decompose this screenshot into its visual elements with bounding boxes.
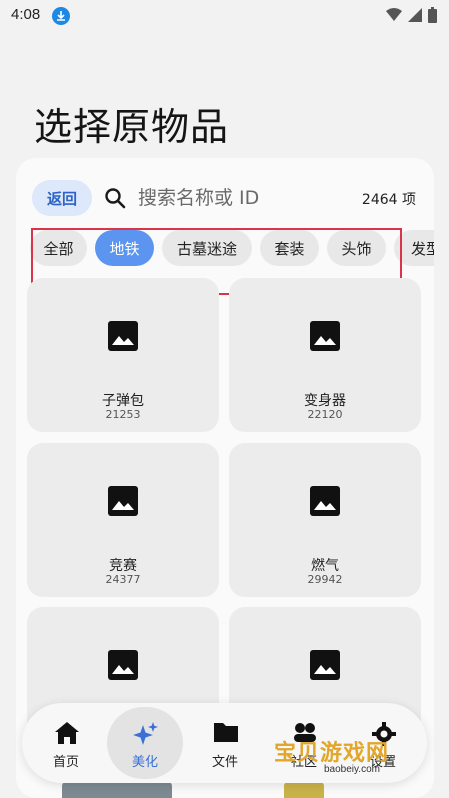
category-chips: 全部 地铁 古墓迷途 套装 头饰 发型: [30, 230, 434, 268]
nav-files-label: 文件: [211, 755, 238, 770]
watermark-url: baobeiy.com: [324, 764, 380, 775]
item-thumbnail: [284, 782, 324, 798]
sparkle-icon: [133, 722, 158, 745]
download-icon: [52, 7, 70, 25]
item-id: 29942: [307, 573, 343, 586]
item-tile[interactable]: 竞赛 24377: [27, 443, 219, 597]
chip-subway[interactable]: 地铁: [95, 230, 154, 266]
chip-hairstyle[interactable]: 发型: [394, 230, 434, 266]
status-bar: 4:08: [0, 0, 449, 32]
item-count: 2464 项: [361, 192, 416, 208]
nav-home[interactable]: 首页: [26, 703, 106, 783]
status-time: 4:08: [11, 6, 41, 23]
item-id: 22120: [307, 408, 343, 421]
signal-icon: [408, 8, 422, 22]
item-tile[interactable]: 子弹包 21253: [27, 278, 219, 432]
system-icons: [386, 7, 437, 23]
image-icon: [310, 486, 340, 516]
nav-beautify[interactable]: 美化: [105, 703, 185, 783]
image-icon: [108, 650, 138, 680]
image-icon: [108, 486, 138, 516]
nav-files[interactable]: 文件: [185, 703, 265, 783]
nav-beautify-label: 美化: [131, 755, 158, 770]
item-name: 变身器: [304, 393, 346, 409]
home-icon: [55, 722, 79, 744]
item-tile[interactable]: 变身器 22120: [229, 278, 421, 432]
back-button[interactable]: 返回: [32, 180, 92, 216]
image-icon: [108, 321, 138, 351]
page-title: 选择原物品: [34, 105, 230, 149]
item-thumbnail: [62, 782, 172, 798]
item-name: 燃气: [311, 558, 339, 574]
item-id: 24377: [105, 573, 141, 586]
image-icon: [310, 321, 340, 351]
watermark-text: 宝贝游戏网: [274, 741, 390, 766]
item-name: 子弹包: [102, 393, 144, 409]
item-tile[interactable]: 燃气 29942: [229, 443, 421, 597]
item-id: 21253: [105, 408, 141, 421]
chip-all[interactable]: 全部: [30, 230, 87, 266]
wifi-icon: [386, 8, 402, 21]
item-name: 竞赛: [109, 558, 137, 574]
folder-icon: [214, 723, 238, 742]
chip-tomb[interactable]: 古墓迷途: [162, 230, 252, 266]
search-icon[interactable]: [104, 187, 126, 209]
chip-headwear[interactable]: 头饰: [327, 230, 386, 266]
nav-home-label: 首页: [52, 755, 79, 770]
chip-outfit[interactable]: 套装: [260, 230, 319, 266]
image-icon: [310, 650, 340, 680]
battery-icon: [428, 7, 437, 23]
search-input[interactable]: [138, 184, 338, 212]
